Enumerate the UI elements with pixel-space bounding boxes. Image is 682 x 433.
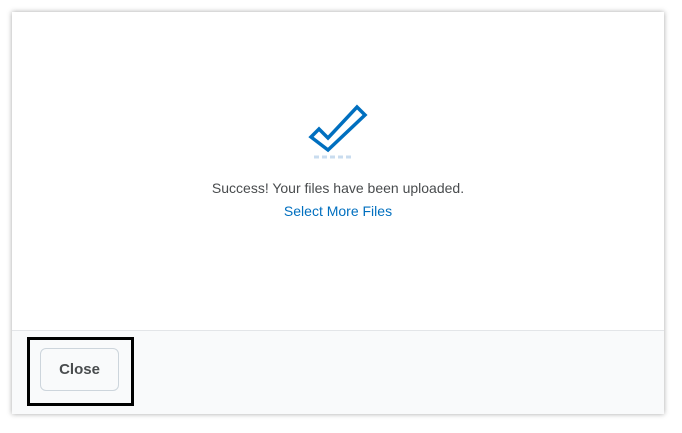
dialog-content: Success! Your files have been uploaded. … (12, 12, 664, 330)
select-more-files-link[interactable]: Select More Files (284, 203, 392, 219)
select-more-files-container: Select More Files (12, 202, 664, 220)
screen: Success! Your files have been uploaded. … (0, 0, 682, 433)
close-button[interactable]: Close (40, 348, 119, 391)
checkmark-icon (308, 102, 370, 160)
success-message: Success! Your files have been uploaded. (211, 180, 465, 196)
upload-dialog: Success! Your files have been uploaded. … (12, 12, 664, 414)
dialog-footer: Close (12, 330, 664, 414)
